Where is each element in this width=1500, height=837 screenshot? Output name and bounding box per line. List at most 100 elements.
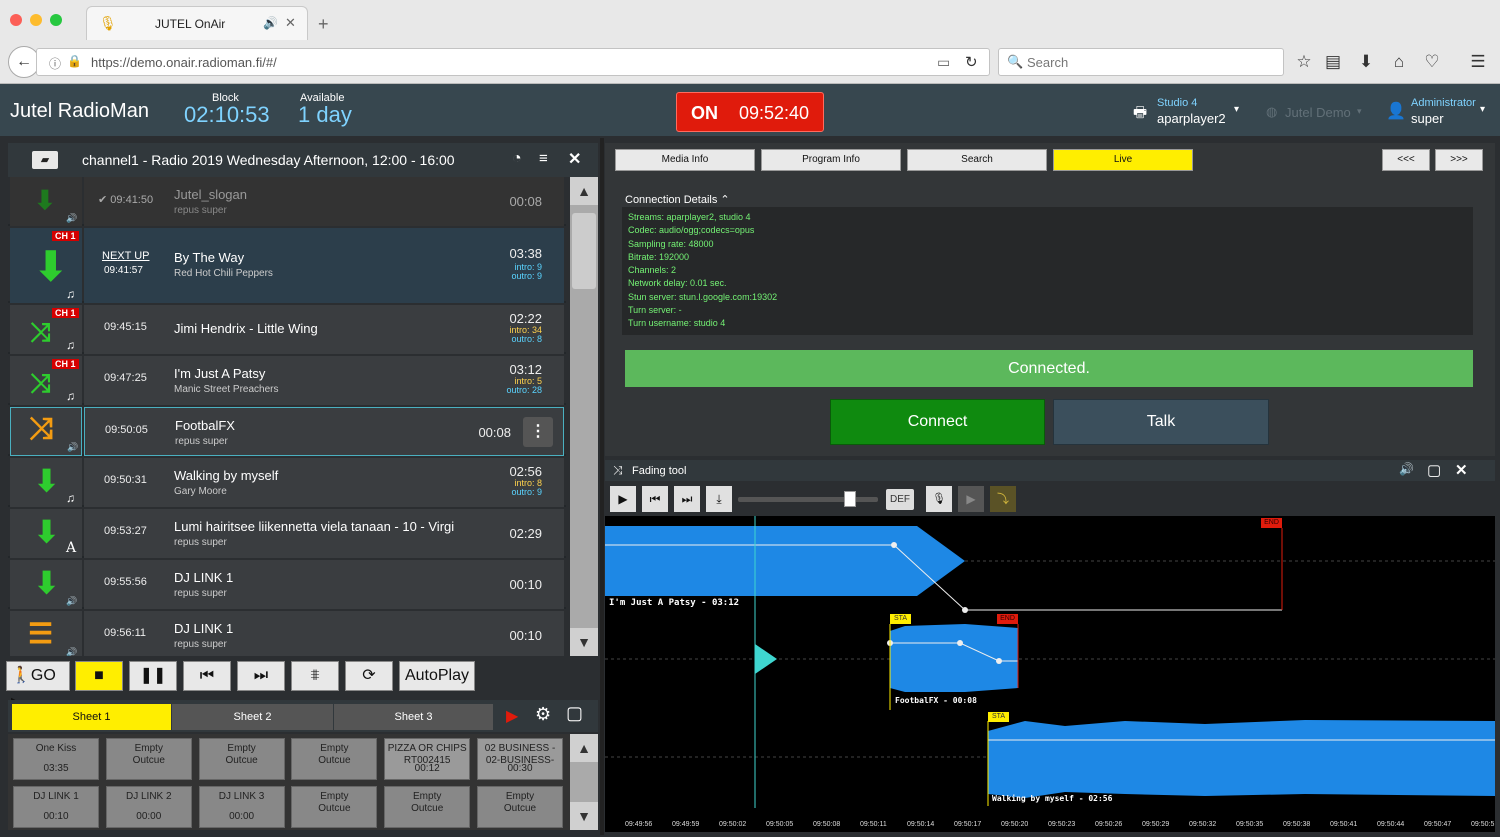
maximize-window-icon[interactable] xyxy=(50,14,62,26)
close-window-icon[interactable] xyxy=(10,14,22,26)
go-button[interactable]: 🚶GO ▶ xyxy=(6,661,70,712)
cart-button[interactable]: Empty Outcue xyxy=(105,738,192,780)
playlist-row[interactable]: ⬇ A 09:53:27 Lumi hairitsee liikennetta … xyxy=(8,509,566,558)
folder-icon[interactable]: ▰ xyxy=(32,151,58,169)
reload-icon[interactable]: ↻ xyxy=(965,53,978,71)
url-text[interactable]: https://demo.onair.radioman.fi/#/ xyxy=(91,55,277,70)
fade-button[interactable]: ⩨ xyxy=(291,661,339,691)
cart-button[interactable]: Empty Outcue xyxy=(198,738,285,780)
next-button[interactable]: ⏭ xyxy=(237,661,285,691)
cart-button[interactable]: DJ LINK 2 00:00 xyxy=(105,786,192,828)
square-icon[interactable]: ▢ xyxy=(566,703,583,724)
pause-button[interactable]: ❚❚ xyxy=(129,661,177,691)
bookmark-star-icon[interactable]: ☆ xyxy=(1293,52,1315,72)
playlist-row[interactable]: ⤨ 🔊 09:50:05 FootbalFX repus super 00:08… xyxy=(8,407,566,456)
playlist-row[interactable]: ⬇ 🔊 09:55:56 DJ LINK 1 repus super 00:10 xyxy=(8,560,566,609)
tab-program-info[interactable]: Program Info xyxy=(761,149,901,171)
close-tab-icon[interactable]: ✕ xyxy=(285,15,296,31)
skip-back-button[interactable]: ⏮ xyxy=(642,486,668,512)
tab-search[interactable]: Search xyxy=(907,149,1047,171)
user-dropdown-icon[interactable]: ▾ xyxy=(1480,104,1485,115)
playlist-row[interactable]: ☰ 🔊 09:56:11 DJ LINK 1 repus super 00:10 xyxy=(8,611,566,656)
home-icon[interactable]: ⌂ xyxy=(1388,52,1410,72)
cart-button[interactable]: 02 BUSINESS -02-BUSINESS- 00:30 xyxy=(477,738,563,780)
pocket-icon[interactable]: ♡ xyxy=(1421,52,1443,72)
prev-button[interactable]: <<< xyxy=(1382,149,1430,171)
playlist-row[interactable]: CH 1 ⬇ ♫ NEXT UP 09:41:57 By The Way Red… xyxy=(8,228,566,303)
tab-media-info[interactable]: Media Info xyxy=(615,149,755,171)
minimize-window-icon[interactable] xyxy=(30,14,42,26)
playlist-scrollbar[interactable]: ▲ ▼ xyxy=(570,177,598,656)
time-tick-label: 09:50:20 xyxy=(1001,821,1028,828)
cart-button[interactable]: DJ LINK 3 00:00 xyxy=(198,786,285,828)
demo-label[interactable]: Jutel Demo xyxy=(1285,105,1351,120)
scroll-down-icon[interactable]: ▼ xyxy=(570,802,598,830)
reader-icon[interactable]: ▭ xyxy=(937,54,950,71)
stop-button[interactable]: ■ xyxy=(75,661,123,691)
playlist-row[interactable]: ⬇ 🔊 ✔ 09:41:50 Jutel_slogan repus super … xyxy=(8,177,566,226)
close-fading-icon[interactable]: ✕ xyxy=(1455,461,1468,479)
browser-search[interactable]: 🔍 Search xyxy=(998,48,1284,76)
autoplay-button[interactable]: AutoPlay xyxy=(399,661,475,691)
tab-live[interactable]: Live xyxy=(1053,149,1193,171)
cart-button[interactable]: Empty Outcue xyxy=(291,786,378,828)
play-disabled-button[interactable]: ▶ xyxy=(958,486,984,512)
download-icon[interactable]: ⬇ xyxy=(1355,52,1377,72)
list-icon[interactable]: ≡ xyxy=(539,150,548,167)
repeat-button[interactable]: ⟳ xyxy=(345,661,393,691)
maximize-icon[interactable]: ▢ xyxy=(1427,461,1441,479)
play-sheet-icon[interactable]: ▶ xyxy=(506,706,518,726)
studio-value[interactable]: aparplayer2 xyxy=(1157,111,1226,126)
cart-button[interactable]: Empty Outcue xyxy=(477,786,563,828)
mute-mic-button[interactable]: 🎙 xyxy=(926,486,952,512)
pie-chart-icon[interactable]: ◔ xyxy=(512,150,522,168)
row-menu-icon[interactable]: ⋮ xyxy=(523,417,553,447)
play-button[interactable]: ▶ xyxy=(610,486,636,512)
url-bar[interactable]: ⓘ 🔒 https://demo.onair.radioman.fi/#/ ▭ … xyxy=(36,48,990,76)
position-slider[interactable] xyxy=(738,497,878,502)
scroll-up-icon[interactable]: ▲ xyxy=(570,177,598,205)
playlist-row[interactable]: CH 1 ⤨ ♫ 09:47:25 I'm Just A Patsy Manic… xyxy=(8,356,566,405)
cart-button[interactable]: Empty Outcue xyxy=(384,786,471,828)
demo-dropdown-icon[interactable]: ▾ xyxy=(1357,106,1362,117)
panel-divider[interactable] xyxy=(600,138,604,835)
row-outro: outro: 9 xyxy=(511,487,542,497)
position-slider-handle[interactable] xyxy=(844,491,856,507)
scroll-up-icon[interactable]: ▲ xyxy=(570,734,598,762)
cart-button[interactable]: PIZZA OR CHIPS RT002415 00:12 xyxy=(384,738,471,780)
close-playlist-icon[interactable]: ✕ xyxy=(568,149,581,169)
studio-dropdown-icon[interactable]: ▾ xyxy=(1234,104,1239,115)
speaker-icon[interactable]: 🔊 xyxy=(263,16,278,30)
scroll-thumb[interactable] xyxy=(572,213,596,289)
waveform-canvas[interactable]: 09:49:56 09:49:59 09:50:02 09:50:05 09:50:08… xyxy=(605,516,1495,832)
sheet-tab-2[interactable]: Sheet 2 xyxy=(172,704,333,730)
next-page-button[interactable]: >>> xyxy=(1435,149,1483,171)
browser-tab[interactable]: 🎙 JUTEL OnAir 🔊 ✕ xyxy=(86,6,308,40)
sheet-tab-1[interactable]: Sheet 1 xyxy=(12,704,171,730)
cart-button[interactable]: One Kiss 03:35 xyxy=(13,738,99,780)
playlist-row[interactable]: ⬇ ♫ 09:50:31 Walking by myself Gary Moor… xyxy=(8,458,566,507)
download-button[interactable]: ⤓ xyxy=(706,486,732,512)
connection-details-toggle[interactable]: Connection Details ⌃ xyxy=(625,193,730,206)
volume-icon[interactable]: 🔊 xyxy=(1399,462,1414,476)
cart-button[interactable]: Empty Outcue xyxy=(291,738,378,780)
user-value[interactable]: super xyxy=(1411,111,1444,126)
playlist-row[interactable]: CH 1 ⤨ ♫ 09:45:15 Jimi Hendrix - Little … xyxy=(8,305,566,354)
menu-icon[interactable]: ☰ xyxy=(1467,52,1489,72)
talk-button[interactable]: Talk xyxy=(1053,399,1269,445)
def-button[interactable]: DEF xyxy=(886,489,914,510)
connection-detail-line: Network delay: 0.01 sec. xyxy=(628,278,727,289)
marker-down-button[interactable]: ⤵ xyxy=(990,486,1016,512)
row-duration: 00:10 xyxy=(509,628,542,643)
scroll-down-icon[interactable]: ▼ xyxy=(570,628,598,656)
sheet-tab-3[interactable]: Sheet 3 xyxy=(334,704,493,730)
info-icon[interactable]: ⓘ xyxy=(49,55,61,72)
connect-button[interactable]: Connect xyxy=(830,399,1045,445)
skip-forward-button[interactable]: ⏭ xyxy=(674,486,700,512)
cart-scrollbar[interactable]: ▲ ▼ xyxy=(570,734,598,830)
library-icon[interactable]: ▤ xyxy=(1322,52,1344,72)
gear-icon[interactable]: ⚙ xyxy=(535,704,551,725)
previous-button[interactable]: ⏮ xyxy=(183,661,231,691)
cart-button[interactable]: DJ LINK 1 00:10 xyxy=(13,786,99,828)
new-tab-icon[interactable]: + xyxy=(318,14,329,35)
